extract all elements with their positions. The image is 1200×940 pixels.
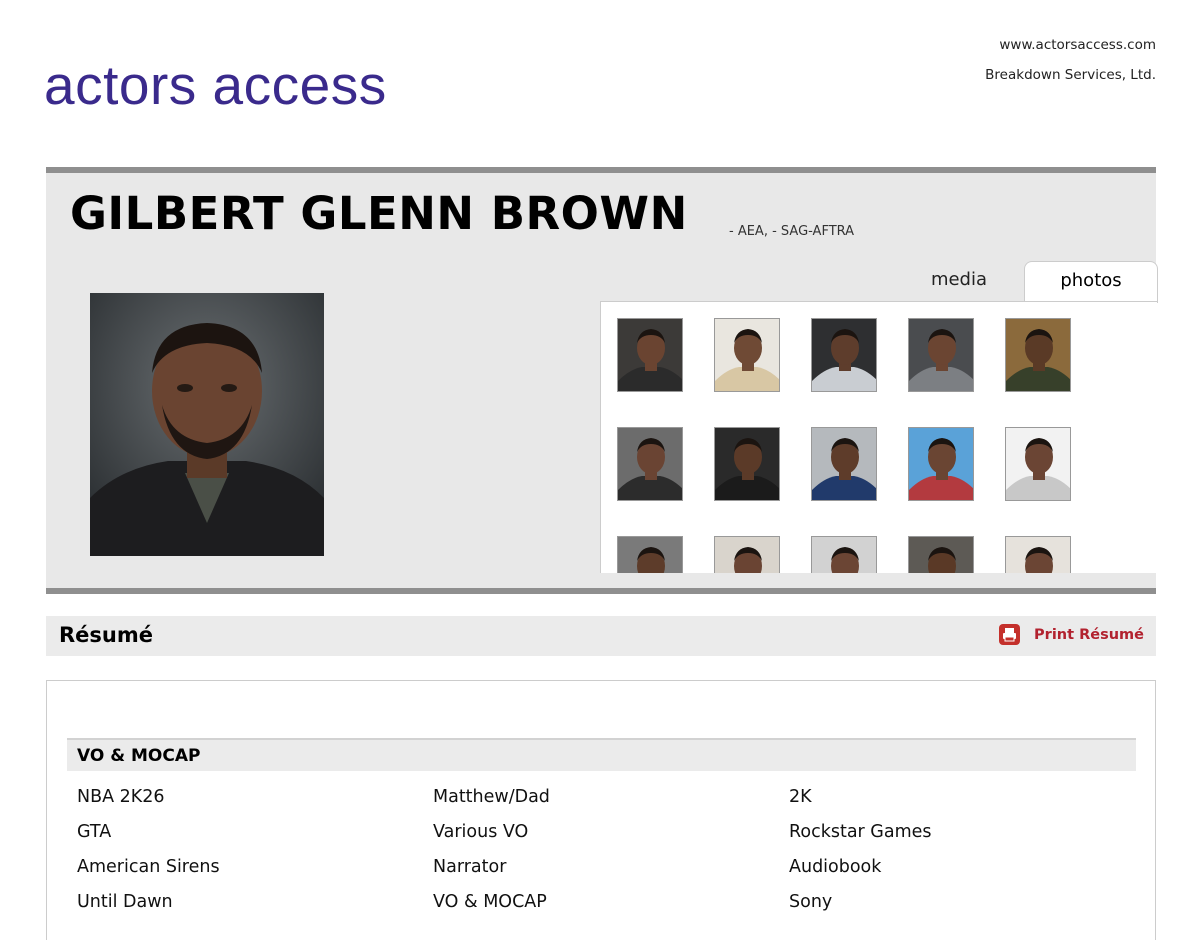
resume-credit-row: GTA Various VO Rockstar Games — [77, 822, 1127, 852]
credit-project: NBA 2K26 — [77, 787, 165, 807]
photo-thumbnail[interactable] — [617, 427, 683, 501]
printer-icon[interactable] — [999, 624, 1021, 645]
credit-project: GTA — [77, 822, 112, 842]
resume-credit-row: NBA 2K26 Matthew/Dad 2K — [77, 787, 1127, 817]
resume-header-bar: Résumé Print Résumé — [46, 616, 1156, 656]
photo-thumbnail[interactable] — [1005, 536, 1071, 573]
credit-role: Various VO — [433, 822, 529, 842]
credit-company: Audiobook — [789, 857, 882, 877]
photo-thumbnail[interactable] — [1005, 318, 1071, 392]
photo-thumbnail[interactable] — [617, 318, 683, 392]
union-affiliations: - AEA, - SAG-AFTRA — [729, 224, 855, 239]
photo-thumbnail[interactable] — [811, 318, 877, 392]
resume-credit-row: American Sirens Narrator Audiobook — [77, 857, 1127, 887]
main-headshot-photo[interactable] — [90, 293, 324, 556]
site-url[interactable]: www.actorsaccess.com — [985, 30, 1156, 60]
tab-photos[interactable]: photos — [1024, 261, 1158, 303]
credit-role: Narrator — [433, 857, 507, 877]
photo-thumbnail[interactable] — [811, 536, 877, 573]
resume-body: VO & MOCAP NBA 2K26 Matthew/Dad 2K GTA Variou… — [46, 680, 1156, 940]
photo-gallery[interactable] — [600, 301, 1157, 573]
photo-thumbnail[interactable] — [811, 427, 877, 501]
resume-section-title: VO & MOCAP — [77, 746, 201, 766]
credit-company: 2K — [789, 787, 812, 807]
profile-header-panel: GILBERT GLENN BROWN - AEA, - SAG-AFTRA m… — [46, 167, 1158, 594]
credit-role: VO & MOCAP — [433, 892, 547, 912]
photo-thumbnail[interactable] — [908, 318, 974, 392]
photo-thumbnail[interactable] — [908, 536, 974, 573]
credit-company: Sony — [789, 892, 833, 912]
photo-thumbnail[interactable] — [908, 427, 974, 501]
actors-access-logo[interactable]: actors access — [44, 58, 387, 113]
actor-name: GILBERT GLENN BROWN — [70, 187, 688, 240]
site-info: www.actorsaccess.com Breakdown Services,… — [985, 30, 1156, 90]
credit-role: Matthew/Dad — [433, 787, 550, 807]
company-name: Breakdown Services, Ltd. — [985, 67, 1156, 83]
photo-thumbnail[interactable] — [714, 427, 780, 501]
print-resume-link[interactable]: Print Résumé — [999, 624, 1144, 645]
photo-thumbnail[interactable] — [714, 318, 780, 392]
resume-title: Résumé — [59, 623, 153, 647]
resume-credit-row: Until Dawn VO & MOCAP Sony — [77, 892, 1127, 922]
credit-company: Rockstar Games — [789, 822, 932, 842]
print-resume-label[interactable]: Print Résumé — [1034, 627, 1144, 643]
photo-thumbnail[interactable] — [1005, 427, 1071, 501]
photo-thumbnail[interactable] — [714, 536, 780, 573]
resume-section-header: VO & MOCAP — [67, 738, 1136, 771]
credit-project: American Sirens — [77, 857, 220, 877]
photo-thumbnail[interactable] — [617, 536, 683, 573]
credit-project: Until Dawn — [77, 892, 173, 912]
tab-media[interactable]: media — [906, 261, 1012, 302]
